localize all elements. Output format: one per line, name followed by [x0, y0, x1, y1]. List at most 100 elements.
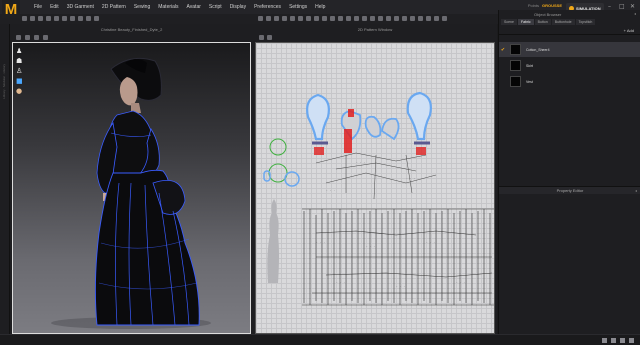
menu-edit[interactable]: Edit — [46, 0, 63, 14]
skin-icon[interactable]: ● — [16, 88, 23, 95]
grading-icon[interactable] — [418, 16, 423, 21]
garment-display-icon[interactable] — [34, 35, 39, 40]
fabric-item-cotton-sheer[interactable]: ✔ Cotton_Sheer4 — [499, 42, 640, 57]
texture-tool-icon[interactable] — [86, 16, 91, 21]
property-editor-title: Property Editor — [556, 188, 584, 193]
rectangle-icon[interactable] — [298, 16, 303, 21]
pleat-icon[interactable] — [370, 16, 375, 21]
user-points: Points GROUSSE — [528, 3, 562, 8]
app-window: M File Edit 3D Garment 2D Pattern Sewing… — [0, 0, 640, 345]
annotation-icon[interactable] — [402, 16, 407, 21]
3d-viewport-tools: ♟ ☗ ♙ ■ ● — [16, 48, 23, 95]
internal-line-icon[interactable] — [314, 16, 319, 21]
menu-avatar[interactable]: Avatar — [183, 0, 205, 14]
grid-icon[interactable] — [620, 338, 625, 343]
fullscreen-icon[interactable] — [602, 338, 607, 343]
symmetry-icon[interactable] — [426, 16, 431, 21]
fold-arrangement-icon[interactable] — [354, 16, 359, 21]
tab-topstitch[interactable]: Topstitch — [575, 19, 596, 25]
zip-tool-icon[interactable] — [78, 16, 83, 21]
transform-pattern-icon[interactable] — [258, 16, 263, 21]
settings-icon[interactable] — [629, 338, 634, 343]
ruler-icon[interactable] — [410, 16, 415, 21]
polygon-icon[interactable] — [290, 16, 295, 21]
fabric-name: Cotton_Sheer4 — [526, 47, 550, 52]
3d-window-title: Christine Beauty_Finished_Dyte_2 — [100, 26, 163, 32]
fabric-name: Skirt — [526, 63, 533, 68]
fabric-list: ✔ Cotton_Sheer4 Skirt Vest — [499, 42, 640, 90]
2d-window-header: 2D Pattern Window — [253, 24, 497, 34]
dart-icon[interactable] — [322, 16, 327, 21]
object-browser-title: Object Browser — [534, 11, 562, 17]
2d-display-icon[interactable] — [267, 35, 272, 40]
object-browser-header: Object Browser ◂ — [499, 10, 640, 18]
menu-settings[interactable]: Settings — [285, 0, 311, 14]
avatar-icon[interactable]: ♟ — [16, 48, 23, 55]
3d-viewport[interactable]: ♟ ☗ ♙ ■ ● — [12, 42, 251, 334]
view-mode-icon[interactable] — [16, 35, 21, 40]
circle-icon[interactable] — [306, 16, 311, 21]
collapse-icon[interactable]: ◂ — [634, 11, 636, 16]
menu-display[interactable]: Display — [226, 0, 250, 14]
svg-text:. . .: . . . — [336, 280, 345, 284]
svg-text:. . .: . . . — [406, 176, 415, 180]
texture-icon[interactable]: ■ — [16, 78, 23, 85]
free-sewing-icon[interactable] — [338, 16, 343, 21]
svg-text:. . .: . . . — [456, 280, 465, 284]
brush-tool-icon[interactable] — [70, 16, 75, 21]
svg-text:. . .: . . . — [426, 240, 435, 244]
edit-texture-icon[interactable] — [386, 16, 391, 21]
notch-icon[interactable] — [378, 16, 383, 21]
layer-icon[interactable] — [442, 16, 447, 21]
collapse-icon[interactable]: ◂ — [635, 188, 637, 193]
fabric-item-skirt[interactable]: Skirt — [499, 58, 640, 73]
menu-3d-garment[interactable]: 3D Garment — [63, 0, 98, 14]
avatar-display-icon[interactable] — [25, 35, 30, 40]
segment-sewing-icon[interactable] — [330, 16, 335, 21]
tab-fabric[interactable]: Fabric — [517, 19, 534, 25]
tab-scene[interactable]: Scene — [501, 19, 517, 25]
fabric-item-vest[interactable]: Vest — [499, 74, 640, 89]
pin-tool-icon[interactable] — [46, 16, 51, 21]
fabric-name: Vest — [526, 79, 533, 84]
menu-2d-pattern[interactable]: 2D Pattern — [98, 0, 130, 14]
baseline-icon[interactable] — [434, 16, 439, 21]
3d-window-toolbar — [16, 35, 48, 40]
check-icon: ✔ — [500, 46, 506, 53]
2d-view-icon[interactable] — [259, 35, 264, 40]
2d-window-title: 2D Pattern Window — [357, 26, 393, 32]
graphic-tool-icon[interactable] — [94, 16, 99, 21]
edit-curvature-icon[interactable] — [274, 16, 279, 21]
select-tool-icon[interactable] — [22, 16, 27, 21]
3d-garment-window: Christine Beauty_Finished_Dyte_2 ♟ ☗ ♙ ■… — [10, 24, 253, 334]
toolbar-2d-tools — [258, 16, 447, 21]
measure-tool-icon[interactable] — [54, 16, 59, 21]
layout-icon[interactable] — [611, 338, 616, 343]
menu-help[interactable]: Help — [311, 0, 329, 14]
fabric-swatch — [510, 44, 521, 55]
tab-button[interactable]: Button — [534, 19, 551, 25]
menu-file[interactable]: File — [30, 0, 46, 14]
trim-icon[interactable] — [362, 16, 367, 21]
add-fabric-button[interactable]: + Add — [624, 28, 634, 33]
sewing-pin-icon[interactable] — [394, 16, 399, 21]
svg-text:. . .: . . . — [366, 244, 375, 248]
person-icon[interactable]: ♙ — [16, 68, 23, 75]
menu-sewing[interactable]: Sewing — [130, 0, 154, 14]
status-icons — [602, 338, 634, 343]
add-point-icon[interactable] — [282, 16, 287, 21]
tab-buttonhole[interactable]: Buttonhole — [551, 19, 575, 25]
camera-icon[interactable] — [43, 35, 48, 40]
svg-text:. . .: . . . — [396, 284, 405, 288]
edit-pattern-icon[interactable] — [266, 16, 271, 21]
menu-materials[interactable]: Materials — [154, 0, 182, 14]
move-tool-icon[interactable] — [30, 16, 35, 21]
shirt-icon[interactable]: ☗ — [16, 58, 23, 65]
fold-tool-icon[interactable] — [38, 16, 43, 21]
check-sewing-icon[interactable] — [346, 16, 351, 21]
property-editor-header: Property Editor ◂ — [499, 186, 640, 194]
menu-preferences[interactable]: Preferences — [250, 0, 285, 14]
2d-pattern-canvas[interactable]: . . . . . . . . . . . . . . . . . . . . . . .… — [255, 42, 495, 334]
menu-script[interactable]: Script — [205, 0, 226, 14]
tape-tool-icon[interactable] — [62, 16, 67, 21]
